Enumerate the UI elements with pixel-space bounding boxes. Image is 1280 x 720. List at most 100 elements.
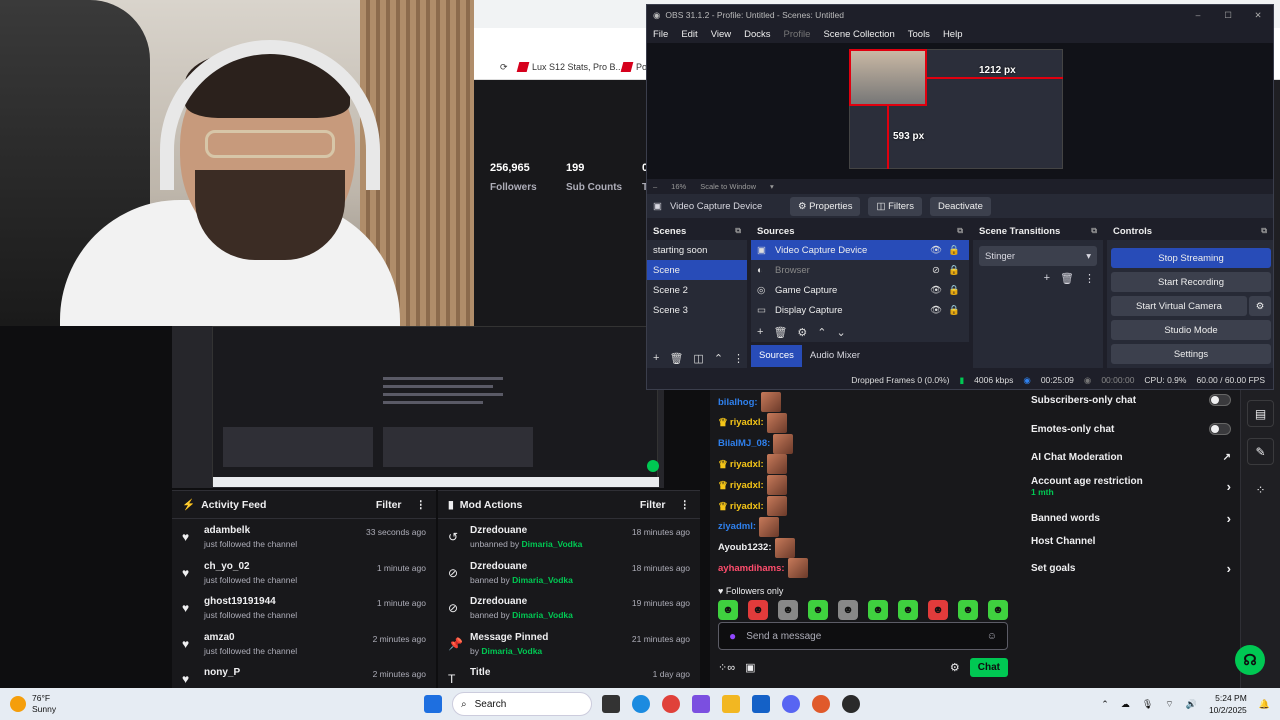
chat-send-button[interactable]: Chat [969, 657, 1008, 677]
stream-manager-icon[interactable]: ▤ [1247, 400, 1274, 427]
emote-icon[interactable]: ☻ [898, 600, 918, 620]
emote-icon[interactable]: ☻ [928, 600, 948, 620]
chevron-up-icon[interactable]: ⌃ [714, 352, 723, 365]
lock-icon[interactable]: 🔒 [945, 285, 963, 296]
emote-icon[interactable]: ☻ [778, 600, 798, 620]
deactivate-button[interactable]: Deactivate [929, 196, 991, 216]
chat-username[interactable]: bilalhog: [718, 397, 758, 408]
gear-icon[interactable]: ⚙ [797, 326, 807, 339]
mic-icon[interactable]: 🎙 [1142, 699, 1153, 710]
chevron-up-icon[interactable]: ⌃ [817, 326, 826, 339]
studio-mode-button[interactable]: Studio Mode [1111, 320, 1271, 340]
mod-setting-item[interactable]: Host Channel [1031, 536, 1231, 547]
activity-item[interactable]: ♥ ch_yo_02 just followed the channel 1 minu… [172, 555, 436, 591]
taskbar-search[interactable]: ⌕ Search [452, 692, 592, 716]
toggle-switch[interactable] [1209, 394, 1231, 406]
chat-username[interactable]: riyadxl: [730, 480, 764, 491]
scene-item[interactable]: Scene [647, 260, 747, 280]
trash-icon[interactable]: 🗑 [1060, 272, 1074, 285]
mod-setting-item[interactable]: Account age restriction 1 mth › [1031, 476, 1231, 497]
settings-button[interactable]: Settings [1111, 344, 1271, 364]
chat-message[interactable]: Ayoub1232: [718, 537, 795, 558]
source-item[interactable]: ◐ Browser ⊘ 🔒 [751, 260, 969, 280]
gear-icon[interactable]: ⚙ [950, 661, 960, 674]
emote-icon[interactable]: ☻ [838, 600, 858, 620]
mod-filter-button[interactable]: Filter [640, 499, 666, 511]
moderator-name[interactable]: Dimaria_Vodka [522, 539, 583, 549]
activity-filter-button[interactable]: Filter [376, 499, 402, 511]
chevron-down-icon[interactable]: ⌄ [837, 326, 846, 339]
clock[interactable]: 5:24 PM 10/2/2025 [1209, 692, 1247, 716]
trash-icon[interactable]: 🗑 [773, 326, 787, 339]
dock-float-icon[interactable]: ⧉ [957, 226, 963, 236]
emote-icon[interactable]: ☻ [718, 600, 738, 620]
tab-audio-mixer[interactable]: Audio Mixer [802, 345, 868, 367]
extensions-icon[interactable]: ⁘ [1247, 476, 1274, 503]
chat-message[interactable]: ♛ riyadxl: [718, 496, 787, 516]
mod-action-item[interactable]: 📌 Message Pinned by Dimaria_Vodka 21 minute… [438, 626, 700, 662]
eye-slash-icon[interactable]: ⊘ [927, 265, 945, 276]
menu-file[interactable]: File [653, 29, 668, 40]
notification-icon[interactable]: 🔔 [1259, 699, 1270, 710]
wifi-icon[interactable]: ⌔ [1165, 699, 1173, 710]
add-icon[interactable]: + [1044, 272, 1050, 285]
scene-item[interactable]: Scene 3 [647, 300, 747, 320]
bookmark-item[interactable]: Lux S12 Stats, Pro B... [516, 62, 623, 72]
menu-scene-collection[interactable]: Scene Collection [823, 29, 894, 40]
emote-icon[interactable]: ☻ [958, 600, 978, 620]
lock-icon[interactable]: 🔒 [945, 245, 963, 256]
chat-username[interactable]: ziyadml: [718, 521, 756, 532]
chat-message[interactable]: bilalhog: [718, 392, 781, 412]
gear-icon[interactable]: ⚙ [1249, 296, 1271, 316]
cloud-icon[interactable]: ☁ [1121, 699, 1130, 710]
close-icon[interactable]: ✕ [1243, 10, 1273, 21]
start-icon[interactable] [424, 695, 442, 713]
eye-icon[interactable]: 👁 [927, 285, 945, 296]
moderator-name[interactable]: Dimaria_Vodka [481, 646, 542, 656]
headset-help-icon[interactable]: ☊ [1235, 645, 1265, 675]
scene-item[interactable]: starting soon [647, 240, 747, 260]
video-capture-bounds[interactable] [849, 49, 927, 106]
scene-item[interactable]: Scene 2 [647, 280, 747, 300]
source-item[interactable]: ◎ Game Capture 👁 🔒 [751, 280, 969, 300]
file-explorer-icon[interactable] [722, 695, 740, 713]
chat-message[interactable]: ♛ riyadxl: [718, 475, 787, 496]
chat-username[interactable]: riyadxl: [730, 459, 764, 470]
menu-view[interactable]: View [711, 29, 731, 40]
menu-profile[interactable]: Profile [784, 29, 811, 40]
chat-username[interactable]: ayhamdihams: [718, 563, 785, 574]
moderator-name[interactable]: Dimaria_Vodka [512, 610, 573, 620]
start-virtual-camera-button[interactable]: Start Virtual Camera [1111, 296, 1247, 316]
menu-docks[interactable]: Docks [744, 29, 770, 40]
add-icon[interactable]: + [757, 326, 763, 338]
properties-button[interactable]: ⚙ Properties [789, 196, 861, 216]
chat-message[interactable]: ♛ riyadxl: [718, 454, 787, 475]
transition-select[interactable]: Stinger ▾ [979, 246, 1097, 266]
moderator-name[interactable]: Dimaria_Vodka [512, 575, 573, 585]
dock-float-icon[interactable]: ⧉ [1261, 226, 1267, 236]
more-options-icon[interactable]: ⋮ [1084, 272, 1095, 285]
obs-taskbar-icon[interactable] [842, 695, 860, 713]
chrome-icon[interactable] [662, 695, 680, 713]
reload-icon[interactable]: ⟳ [500, 62, 508, 73]
mod-action-item[interactable]: ↺ Dzredouane unbanned by Dimaria_Vodka 18 m… [438, 519, 700, 555]
more-options-icon[interactable]: ⋮ [416, 499, 427, 511]
volume-icon[interactable]: 🔊 [1186, 699, 1197, 710]
mod-setting-item[interactable]: Banned words › [1031, 511, 1231, 526]
menu-edit[interactable]: Edit [681, 29, 697, 40]
emote-icon[interactable]: ☻ [868, 600, 888, 620]
eye-icon[interactable]: 👁 [927, 245, 945, 256]
chat-message[interactable]: ♛ riyadxl: [718, 412, 787, 433]
activity-item[interactable]: ♥ ghost19191944 just followed the channel 1… [172, 590, 436, 626]
lock-icon[interactable]: 🔒 [945, 305, 963, 316]
obs-preview-canvas[interactable]: 1212 px 593 px [647, 43, 1273, 179]
more-options-icon[interactable]: ⋮ [733, 352, 744, 365]
chat-input[interactable]: ● Send a message ☺ [718, 622, 1008, 650]
discord-icon[interactable] [782, 695, 800, 713]
chat-message[interactable]: ziyadml: [718, 516, 780, 537]
start-recording-button[interactable]: Start Recording [1111, 272, 1271, 292]
chevron-down-icon[interactable]: ▾ [770, 182, 774, 191]
scale-mode-select[interactable]: Scale to Window [700, 182, 756, 191]
emote-picker-icon[interactable]: ☺ [987, 631, 997, 642]
maximize-icon[interactable]: ☐ [1213, 10, 1243, 21]
